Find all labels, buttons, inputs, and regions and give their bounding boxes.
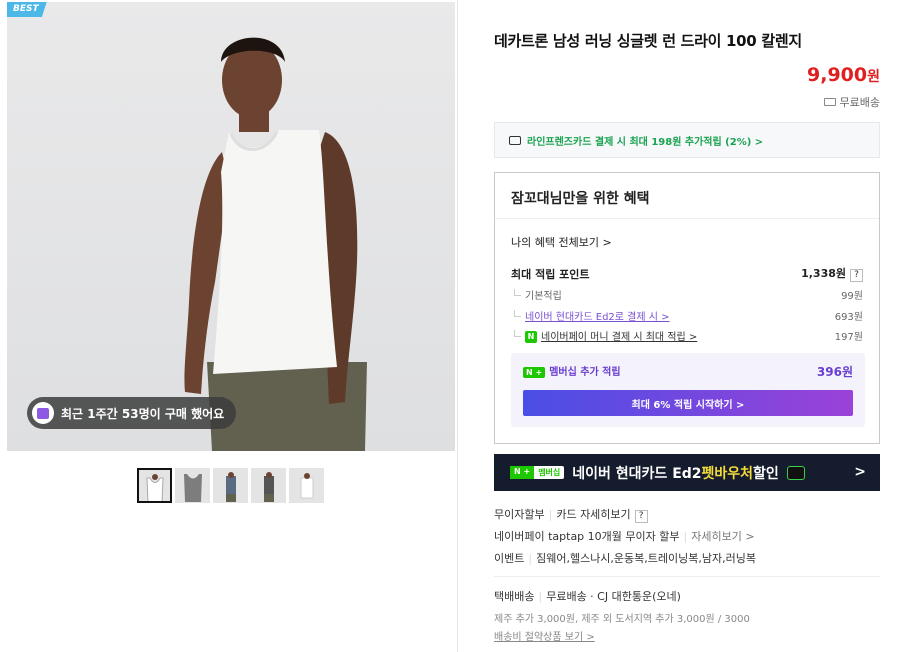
divider	[495, 218, 879, 219]
delivery-type: 택배배송	[494, 590, 535, 603]
divider-bar: |	[528, 552, 533, 565]
naver-card-points-value: 693원	[834, 312, 863, 323]
product-title: 데카트론 남성 러닝 싱글렛 런 드라이 100 칼렌지	[494, 32, 802, 50]
max-points-value: 1,338원	[801, 267, 846, 280]
taptap-text: 네이버페이 taptap 10개월 무이자 할부	[494, 530, 680, 543]
divider-bar: |	[538, 590, 543, 603]
thumbnail-1[interactable]	[137, 468, 172, 503]
divider-bar: |	[683, 530, 688, 543]
price-unit: 원	[867, 69, 880, 85]
naver-plus-badge: N +	[523, 367, 546, 378]
card-promo-text: 라인프렌즈카드 결제 시 최대 198원 추가적립 (2%) >	[527, 136, 764, 148]
product-price: 9,900원	[807, 64, 880, 86]
section-divider	[494, 576, 880, 577]
all-benefits-link[interactable]: 나의 혜택 전체보기 >	[511, 234, 612, 250]
membership-label: 멤버십 추가 적립	[549, 367, 621, 378]
basic-points-label: 기본적립	[525, 291, 562, 302]
recent-buyers-text: 최근 1주간 53명이 구매 했어요	[61, 406, 225, 421]
basic-points-row: 기본적립 99원	[511, 287, 863, 302]
chevron-right-icon: >	[854, 464, 866, 480]
main-product-image[interactable]: BEST 최근 1주간 53명이 구매 했어요	[7, 2, 455, 451]
npay-link[interactable]: 네이버페이 머니 결제 시 최대 적립 >	[541, 332, 697, 343]
badge-left: N +	[510, 466, 535, 479]
shipping-saving-link[interactable]: 배송비 절약상품 보기 >	[494, 628, 595, 643]
truck-icon	[823, 98, 836, 106]
delivery-extra: 제주 추가 3,000원, 제주 외 도서지역 추가 3,000원 / 3000	[494, 614, 750, 625]
naver-card-link[interactable]: 네이버 현대카드 Ed2로 결제 시 >	[525, 308, 670, 323]
max-points-label: 최대 적립 포인트	[511, 267, 590, 281]
membership-value: 396원	[816, 365, 853, 379]
credit-card-icon	[509, 135, 521, 145]
banner-text-main: 네이버 현대카드 Ed2	[572, 465, 702, 482]
installment-row: 무이자할부 | 카드 자세히보기?	[494, 506, 648, 523]
benefit-box: 잠꼬대님만을 위한 혜택 나의 혜택 전체보기 > 최대 적립 포인트 1,33…	[494, 172, 880, 444]
best-badge: BEST	[7, 2, 47, 17]
max-points-row: 최대 적립 포인트 1,338원?	[511, 265, 863, 282]
membership-badge: N + 멤버십	[510, 466, 565, 479]
help-icon[interactable]: ?	[850, 269, 863, 282]
event-label: 이벤트	[494, 552, 525, 565]
card-detail-link[interactable]: 카드 자세히보기	[556, 508, 630, 521]
badge-right: 멤버십	[538, 468, 561, 477]
thumbnail-3[interactable]	[213, 468, 248, 503]
membership-box: N + 멤버십 추가 적립 396원 최대 6% 적립 시작하기 >	[511, 353, 865, 427]
card-promo-banner[interactable]: 라인프렌즈카드 결제 시 최대 198원 추가적립 (2%) >	[494, 122, 880, 158]
model-photo	[184, 37, 367, 451]
naver-card-banner[interactable]: N + 멤버십 네이버 현대카드 Ed2 펫바우처 할인 >	[494, 454, 880, 491]
naver-card-points-row: 네이버 현대카드 Ed2로 결제 시 > 693원	[511, 308, 863, 323]
installment-label: 무이자할부	[494, 508, 545, 521]
npay-points-value: 197원	[834, 332, 863, 343]
event-text: 짐웨어,헬스나시,운동복,트레이닝복,남자,러닝복	[536, 552, 756, 565]
thumbnail-2[interactable]	[175, 468, 210, 503]
banner-text-highlight: 펫바우처	[701, 465, 754, 482]
detail-more-link[interactable]: 자세히보기 >	[691, 530, 754, 543]
npay-icon: N	[525, 331, 537, 343]
event-row: 이벤트 | 짐웨어,헬스나시,운동복,트레이닝복,남자,러닝복	[494, 550, 756, 566]
shopping-bag-icon	[32, 402, 54, 424]
benefit-heading: 잠꼬대님만을 위한 혜택	[511, 191, 650, 207]
thumbnail-5[interactable]	[289, 468, 324, 503]
delivery-row: 택배배송 | 무료배송 · CJ 대한통운(오네)	[494, 588, 681, 604]
shipping-info: 무료배송	[823, 94, 880, 110]
help-icon[interactable]: ?	[634, 510, 648, 523]
price-value: 9,900	[807, 64, 868, 86]
delivery-free: 무료배송 · CJ 대한통운(오네)	[546, 590, 681, 603]
product-gallery: BEST 최근 1주간 53명이 구매 했어요	[0, 0, 458, 652]
recent-buyers-badge: 최근 1주간 53명이 구매 했어요	[27, 397, 237, 429]
thumbnail-4[interactable]	[251, 468, 286, 503]
membership-row: N + 멤버십 추가 적립 396원	[523, 363, 853, 380]
membership-start-button[interactable]: 최대 6% 적립 시작하기 >	[523, 390, 853, 416]
taptap-row: 네이버페이 taptap 10개월 무이자 할부 | 자세히보기 >	[494, 528, 755, 544]
divider-bar: |	[548, 508, 553, 521]
card-icon	[786, 465, 805, 480]
basic-points-value: 99원	[841, 291, 863, 302]
banner-text-tail: 할인	[753, 465, 779, 482]
shipping-text: 무료배송	[839, 96, 880, 109]
npay-points-row: N 네이버페이 머니 결제 시 최대 적립 > 197원	[511, 328, 863, 343]
thumbnail-strip	[137, 468, 324, 503]
